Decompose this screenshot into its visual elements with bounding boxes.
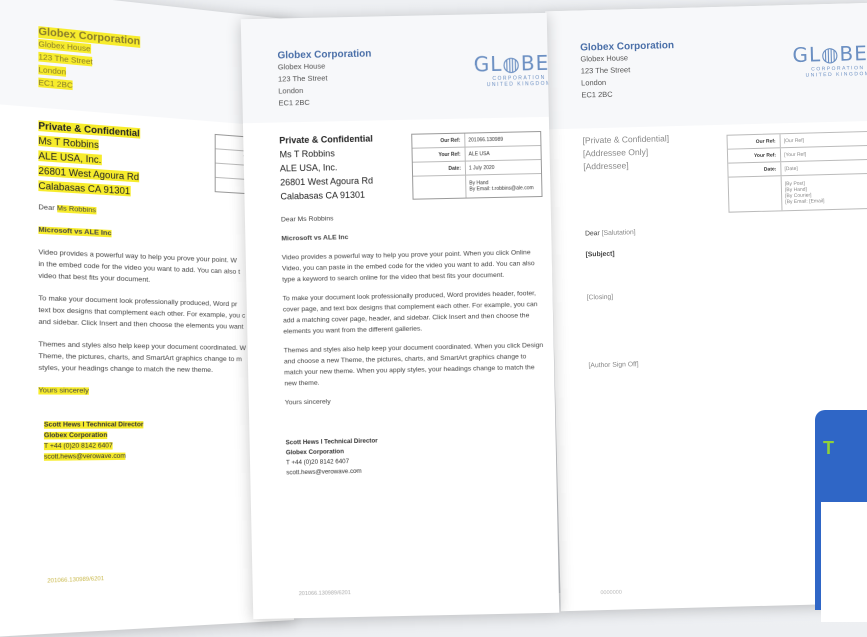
subject-placeholder: [Subject] [585, 250, 615, 259]
recipient-block: Private & Confidential Ms T Robbins ALE … [279, 132, 374, 204]
signature-block: Scott Hews I Technical Director Globex C… [43, 420, 144, 463]
signer-name: Scott Hews I Technical Director [285, 437, 378, 447]
para-line: text box designs that complement each ot… [38, 306, 246, 320]
delivery-method: By Email: t.robbins@ale.com [469, 185, 534, 193]
closing: Yours sincerely [284, 398, 331, 407]
para-line: To make your document look professionall… [38, 294, 238, 309]
salutation-placeholder: [Salutation] [601, 229, 636, 238]
footer-reference: 201066.130989/6201 [298, 590, 351, 598]
signature-block: Scott Hews I Technical Director Globex C… [286, 436, 379, 478]
reference-table: Our Ref: [Our Ref] Your Ref: [Your Ref] Da… [726, 130, 867, 213]
globex-logo: GL◍BEX CORPORATION UNITED KINGDOM [792, 41, 867, 79]
private-label: Private & Confidential [279, 133, 373, 146]
signer-email: scott.hews@verowave.com [286, 467, 362, 477]
badge-letter: T [823, 438, 834, 458]
ref-label: Our Ref: [440, 137, 461, 144]
ref-label: Date: [763, 165, 777, 173]
addressee-placeholder: [Addressee] [583, 160, 629, 172]
author-signoff-placeholder: [Author Sign Off] [588, 361, 639, 370]
dear-prefix: Dear [280, 216, 296, 224]
body-paragraph: Video provides a powerful way to help yo… [281, 249, 535, 284]
address-line: London [38, 64, 67, 77]
address-line: EC1 2BC [278, 97, 310, 108]
para-line: Themes and styles also help keep your do… [38, 340, 247, 353]
letter-body: Dear [Salutation] [Subject] [585, 221, 866, 270]
dear-prefix: Dear [38, 203, 55, 213]
company-block: Globex Corporation Globex House 123 The … [277, 49, 372, 110]
para-line: Theme, the pictures, charts, and SmartAr… [38, 352, 242, 364]
ref-label: Our Ref: [755, 137, 776, 145]
reference-table: Our Ref: 201066.130989 Your Ref: ALE USA D… [411, 131, 543, 200]
recipient-block: Private & Confidential Ms T Robbins ALE … [38, 118, 140, 199]
signer-company: Globex Corporation [43, 431, 108, 440]
globex-logo: GL◍BEX CORPORATION UNITED KINGDOM [473, 51, 559, 89]
ref-label: Date: [448, 165, 461, 172]
closing: Yours sincerely [38, 386, 89, 395]
para-line: video that best fits your document. [38, 272, 151, 284]
logo-wordmark: GL◍BEX [473, 50, 560, 77]
signer-company: Globex Corporation [285, 448, 345, 457]
footer-reference: 201066.130989/6201 [47, 575, 105, 585]
ref-value: ALE USA [464, 146, 541, 161]
ref-label: Your Ref: [753, 151, 777, 159]
letter-body: Dear Ms Robbins Microsoft vs ALE Inc Vid… [281, 209, 547, 416]
ref-value: [Date] [780, 159, 867, 176]
body-paragraph: Themes and styles also help keep your do… [283, 342, 544, 388]
signer-name: Scott Hews I Technical Director [43, 421, 144, 429]
product-badge: T [815, 410, 867, 622]
recipient-block: [Private & Confidential] [Addressee Only… [582, 132, 669, 173]
delivery-placeholder: [By Email: [Email] [785, 198, 825, 206]
closing-placeholder: [Closing] [586, 293, 614, 302]
address-line: EC1 2BC [38, 77, 73, 91]
company-block: Globex Corporation Globex House 123 The … [580, 40, 675, 101]
private-placeholder: [Private & Confidential] [582, 133, 670, 146]
signer-email: scott.hews@verowave.com [43, 452, 126, 461]
para-line: and sidebar. Click Insert and then choos… [38, 318, 244, 331]
body-paragraph: To make your document look professionall… [282, 290, 538, 336]
recipient-line: Calabasas CA 91301 [38, 180, 131, 197]
address-line: EC1 2BC [581, 89, 613, 100]
signer-phone: T +44 (0)20 8142 6407 [43, 442, 113, 451]
dear-name: Ms Robbins [56, 204, 96, 215]
dear-prefix: Dear [584, 230, 600, 238]
company-block: Globex Corporation Globex House 123 The … [38, 26, 141, 98]
letter-page-filled: Globex Corporation Globex House 123 The … [240, 12, 560, 620]
ref-value: 201066.130989 [464, 132, 541, 147]
dear-name: Ms Robbins [297, 215, 334, 224]
subject-line: Microsoft vs ALE Inc [281, 234, 349, 243]
para-line: styles, your headings change to match th… [38, 364, 214, 375]
subject-line: Microsoft vs ALE Inc [38, 226, 112, 238]
logo-wordmark: GL◍BEX [792, 40, 867, 67]
badge-panel [821, 502, 867, 622]
ref-value: [Your Ref] [779, 145, 867, 162]
recipient-line: Calabasas CA 91301 [280, 189, 366, 202]
ref-value: [Our Ref] [779, 131, 867, 148]
ref-value: 1 July 2020 [464, 160, 542, 175]
ref-label: Your Ref: [438, 151, 461, 158]
